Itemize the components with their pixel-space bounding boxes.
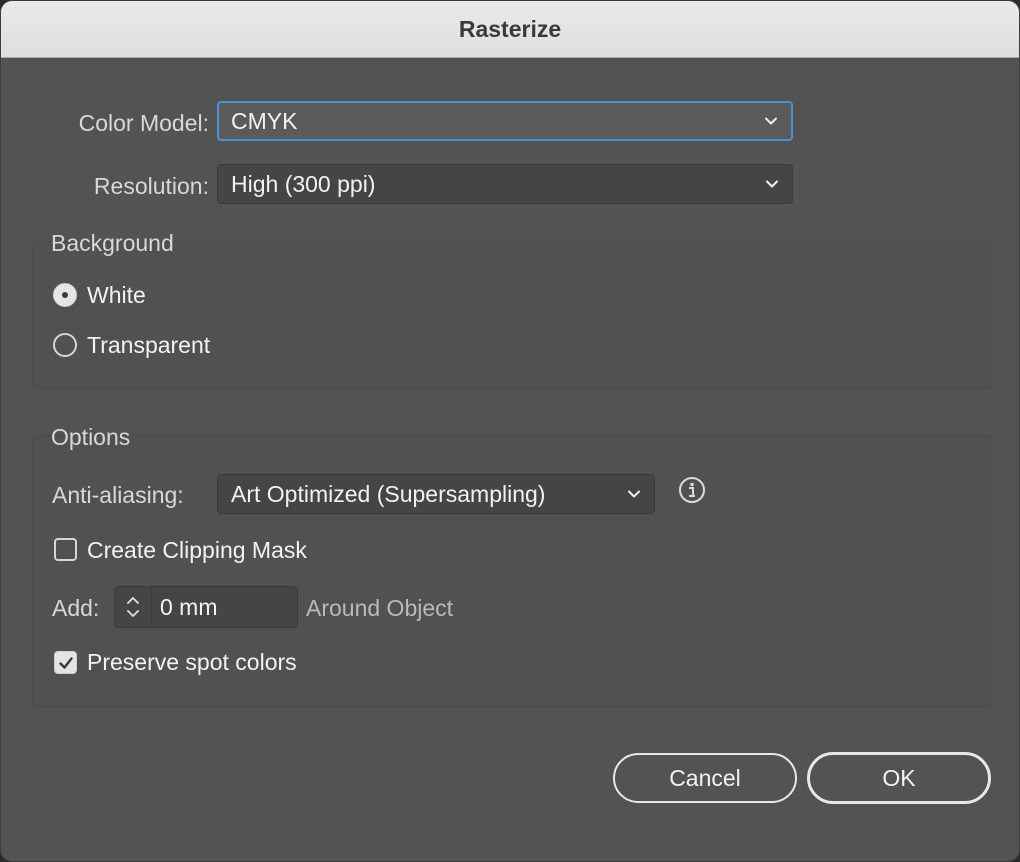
create-clipping-mask-checkbox[interactable] (54, 538, 77, 561)
rasterize-dialog: Rasterize Color Model: CMYK Resolution: … (0, 0, 1020, 862)
anti-aliasing-label: Anti-aliasing: (52, 482, 184, 508)
checkmark-icon (59, 657, 73, 669)
info-icon[interactable] (678, 476, 706, 504)
cancel-button[interactable]: Cancel (613, 753, 797, 803)
background-group (32, 241, 991, 389)
background-group-title: Background (51, 230, 174, 256)
preserve-spot-colors-label[interactable]: Preserve spot colors (87, 649, 297, 676)
anti-aliasing-select[interactable]: Art Optimized (Supersampling) (217, 474, 655, 514)
preserve-spot-colors-checkbox[interactable] (54, 651, 77, 674)
color-model-label: Color Model: (78, 110, 209, 136)
chevron-down-icon (766, 180, 778, 188)
radio-white-label[interactable]: White (87, 282, 146, 309)
resolution-select[interactable]: High (300 ppi) (217, 164, 793, 204)
add-stepper[interactable]: 0 mm (114, 586, 298, 628)
chevron-down-icon (765, 117, 777, 125)
around-object-label: Around Object (306, 595, 454, 621)
options-group-title: Options (51, 424, 131, 450)
radio-transparent[interactable] (53, 333, 77, 357)
radio-transparent-label[interactable]: Transparent (87, 332, 210, 359)
create-clipping-mask-label[interactable]: Create Clipping Mask (87, 537, 307, 564)
title-bar[interactable]: Rasterize (1, 1, 1019, 58)
stepper-arrows-icon[interactable] (115, 587, 152, 627)
color-model-value: CMYK (231, 107, 298, 134)
dialog-title: Rasterize (458, 15, 562, 42)
add-value[interactable]: 0 mm (152, 594, 218, 621)
color-model-select[interactable]: CMYK (217, 101, 793, 141)
anti-aliasing-value: Art Optimized (Supersampling) (231, 480, 546, 507)
ok-button[interactable]: OK (807, 752, 991, 804)
radio-white[interactable] (53, 283, 77, 307)
resolution-label: Resolution: (93, 173, 209, 199)
chevron-down-icon (628, 490, 640, 498)
resolution-value: High (300 ppi) (231, 170, 376, 197)
add-label: Add: (52, 595, 100, 621)
